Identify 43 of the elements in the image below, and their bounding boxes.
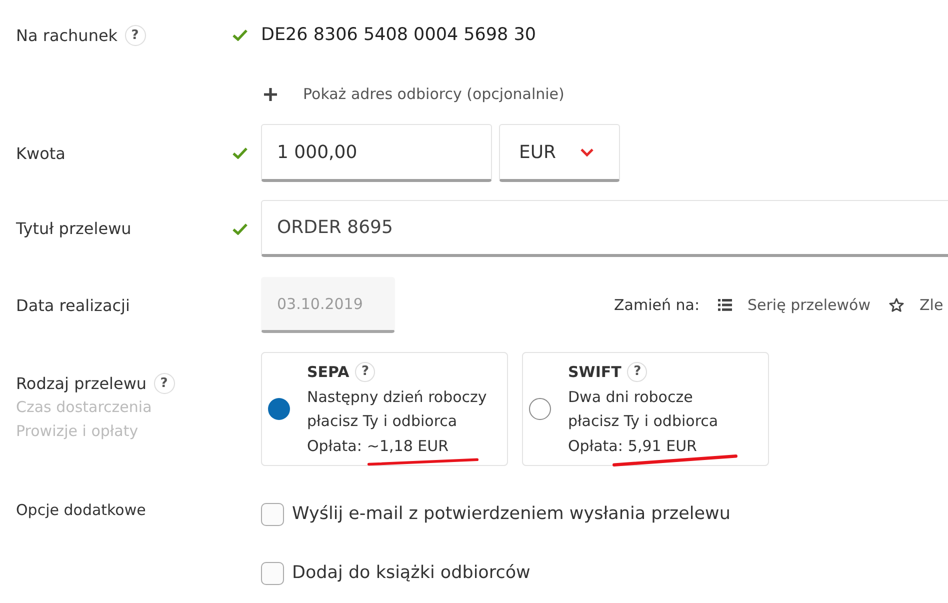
checkbox-label[interactable]: Wyślij e-mail z potwierdzeniem wysłania przelewu (292, 504, 730, 524)
fee-payer: płacisz Ty i odbiorca (568, 411, 718, 432)
plus-icon (264, 88, 277, 100)
help-button[interactable]: ? (627, 362, 648, 382)
convert-option-link[interactable]: Zle (888, 296, 944, 314)
field-hint: Czas dostarczenia (16, 397, 152, 418)
help-button[interactable]: ? (124, 24, 146, 46)
field-label: Kwota (16, 144, 66, 162)
help-button[interactable]: ? (355, 362, 376, 382)
option-title: SEPA (307, 362, 350, 383)
checkbox[interactable] (261, 562, 284, 584)
fee-label: Opłata: (568, 436, 623, 456)
help-button[interactable]: ? (154, 372, 175, 394)
fee-amount: 5,91 EUR (628, 436, 697, 454)
checkbox[interactable] (261, 502, 284, 526)
fee-amount: ~1,18 EUR (366, 436, 449, 454)
fee-label: Opłata: (307, 436, 362, 456)
delivery-time: Następny dzień roboczy (307, 386, 487, 408)
radio-button[interactable] (529, 398, 551, 420)
currency-select[interactable]: EUR (499, 124, 620, 182)
transfer-type-card[interactable]: SWIFT ? Dwa dni robocze płacisz Ty i odbiorca Opłata: 5,91 EUR (522, 352, 769, 466)
checkbox-label[interactable]: Dodaj do książki odbiorców (292, 563, 530, 583)
field-label: Na rachunek (16, 26, 118, 44)
star-icon (888, 298, 904, 312)
field-label: Tytuł przelewu (16, 219, 132, 238)
field-hint: Prowizje i opłaty (16, 421, 138, 442)
date-input: 03.10.2019 (261, 277, 395, 333)
option-title: SWIFT (568, 362, 622, 383)
chevron-down-icon (580, 148, 594, 156)
field-label: Data realizacji (16, 296, 130, 314)
title-input[interactable]: ORDER 8695 (261, 200, 948, 257)
delivery-time: Dwa dni robocze (568, 386, 694, 408)
radio-button[interactable] (268, 398, 290, 420)
transfer-type-card[interactable]: SEPA ? Następny dzień roboczy płacisz Ty i odbiorca Opłata: ~1,18 EUR (261, 352, 508, 466)
fee-payer: płacisz Ty i odbiorca (307, 411, 458, 432)
convert-label: Zamień na: (614, 296, 700, 314)
account-number: DE26 8306 5408 0004 5698 30 (261, 25, 536, 45)
amount-input[interactable]: 1 000,00 (261, 124, 492, 182)
field-label: Rodzaj przelewu (16, 374, 147, 392)
show-address-link[interactable]: Pokaż adres odbiorcy (opcjonalnie) (303, 85, 564, 103)
list-icon (718, 299, 732, 311)
convert-option-link[interactable]: Serię przelewów (718, 296, 870, 314)
field-label: Opcje dodatkowe (16, 500, 146, 519)
